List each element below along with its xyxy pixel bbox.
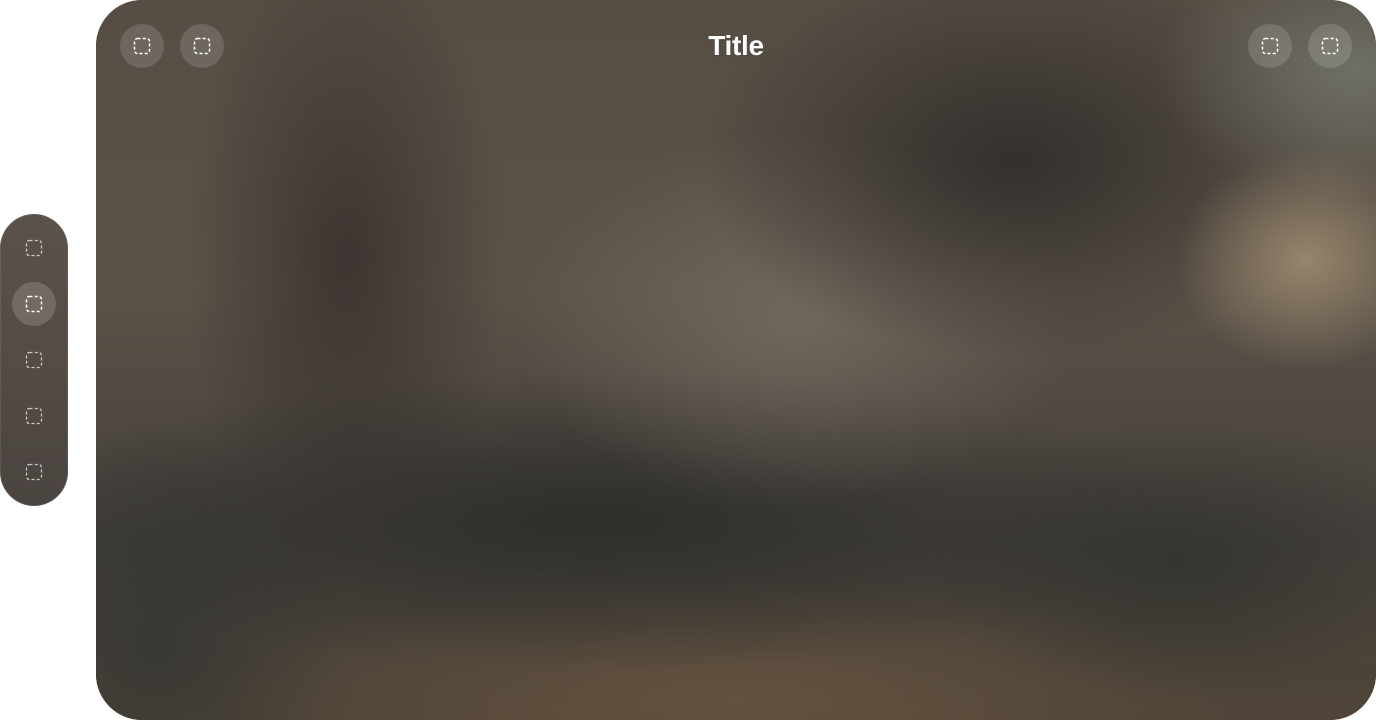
dashed-square-icon: [1261, 37, 1279, 55]
dashed-square-icon: [1321, 37, 1339, 55]
tab-item-3[interactable]: [12, 338, 56, 382]
dashed-square-icon: [25, 407, 43, 425]
main-window: Title: [96, 0, 1376, 720]
tab-item-4[interactable]: [12, 394, 56, 438]
dashed-square-icon: [25, 239, 43, 257]
dashed-square-icon: [25, 351, 43, 369]
tab-item-5[interactable]: [12, 450, 56, 494]
tab-item-2[interactable]: [12, 282, 56, 326]
toolbar-trailing-button-1[interactable]: [1248, 24, 1292, 68]
dashed-square-icon: [25, 295, 43, 313]
tab-bar: [0, 214, 68, 506]
window-background: [96, 0, 1376, 720]
dashed-square-icon: [25, 463, 43, 481]
tab-item-1[interactable]: [12, 226, 56, 270]
window-title: Title: [708, 30, 764, 61]
toolbar-trailing-button-2[interactable]: [1308, 24, 1352, 68]
